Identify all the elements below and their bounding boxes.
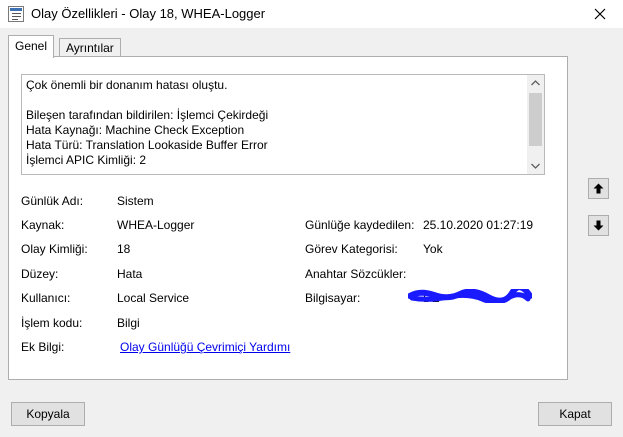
description-line: Hata Türü: Translation Lookaside Buffer …: [26, 138, 268, 152]
tab-genel[interactable]: Genel: [8, 35, 55, 58]
event-viewer-icon: [8, 6, 24, 22]
redaction-scribble: [408, 289, 532, 303]
previous-event-button[interactable]: [588, 178, 609, 199]
description-line: [26, 93, 268, 108]
opcode-value[interactable]: Bilgi: [117, 316, 140, 330]
user-label: Kullanıcı:: [21, 291, 71, 305]
opcode-label: İşlem kodu:: [21, 316, 83, 330]
copy-button[interactable]: Kopyala: [11, 402, 85, 426]
description-line: İşlemci APIC Kimliği: 2: [26, 153, 147, 167]
log-name-label: Günlük Adı:: [21, 194, 84, 208]
scroll-up-button[interactable]: [527, 75, 544, 91]
keywords-label: Anahtar Sözcükler:: [305, 267, 407, 281]
description-line: Hata Kaynağı: Machine Check Exception: [26, 123, 245, 137]
arrow-down-icon: [593, 220, 604, 231]
log-name-value[interactable]: Sistem: [117, 194, 154, 208]
task-category-label: Görev Kategorisi:: [305, 242, 398, 256]
arrow-up-icon: [593, 183, 604, 194]
close-icon: [594, 8, 606, 20]
general-panel: Çok önemli bir donanım hatası oluştu. Bi…: [8, 56, 568, 380]
online-help-link[interactable]: Olay Günlüğü Çevrimiçi Yardımı: [120, 340, 290, 354]
scroll-down-button[interactable]: [527, 158, 544, 174]
event-description-box[interactable]: Çok önemli bir donanım hatası oluştu. Bi…: [21, 74, 545, 175]
close-button[interactable]: Kapat: [538, 402, 612, 426]
logged-value[interactable]: 25.10.2020 01:27:19: [423, 218, 533, 232]
scrollbar-thumb[interactable]: [529, 93, 542, 146]
description-line: Bileşen tarafından bildirilen: İşlemci Ç…: [26, 108, 269, 122]
computer-label: Bilgisayar:: [305, 291, 361, 305]
chevron-down-icon: [531, 163, 540, 169]
event-id-label: Olay Kimliği:: [21, 242, 88, 256]
more-info-label: Ek Bilgi:: [21, 340, 65, 354]
task-category-value[interactable]: Yok: [423, 242, 443, 256]
source-value[interactable]: WHEA-Logger: [117, 218, 194, 232]
window-title: Olay Özellikleri - Olay 18, WHEA-Logger: [31, 6, 266, 21]
source-label: Kaynak:: [21, 218, 65, 232]
event-id-value[interactable]: 18: [117, 242, 130, 256]
close-window-button[interactable]: [577, 0, 623, 28]
user-value[interactable]: Local Service: [117, 291, 189, 305]
logged-label: Günlüğe kaydedilen:: [305, 218, 415, 232]
level-value[interactable]: Hata: [117, 267, 142, 281]
description-line: Çok önemli bir donanım hatası oluştu.: [26, 78, 228, 92]
chevron-up-icon: [531, 80, 540, 86]
title-bar: Olay Özellikleri - Olay 18, WHEA-Logger: [0, 0, 623, 28]
description-scrollbar[interactable]: [527, 75, 544, 174]
level-label: Düzey:: [21, 267, 59, 281]
event-description-text: Çok önemli bir donanım hatası oluştu. Bi…: [26, 78, 268, 168]
next-event-button[interactable]: [588, 215, 609, 236]
